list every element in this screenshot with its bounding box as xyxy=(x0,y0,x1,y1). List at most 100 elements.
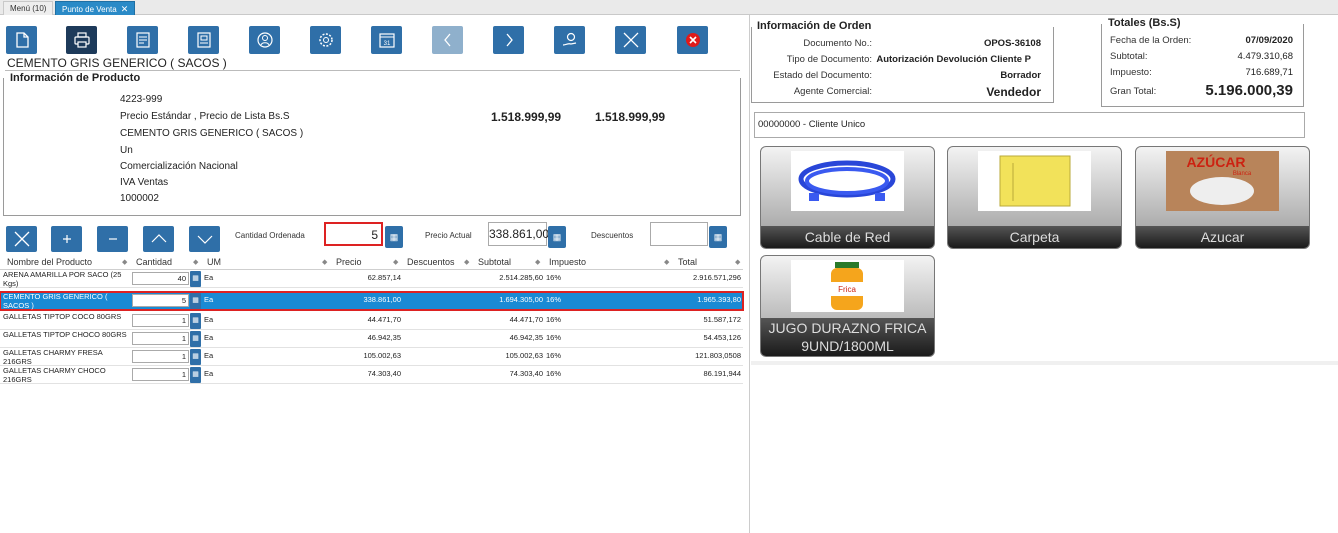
tab-punto-de-venta[interactable]: Punto de Venta ✕ xyxy=(55,1,136,16)
settings-button[interactable] xyxy=(310,26,341,54)
customer-button[interactable] xyxy=(249,26,280,54)
chevron-up-icon xyxy=(151,234,166,243)
discount-calculator-button[interactable]: ▦ xyxy=(709,226,727,248)
totals-title: Totales (Bs.S) xyxy=(1106,17,1183,29)
new-document-button[interactable] xyxy=(6,26,37,54)
product-description: CEMENTO GRIS GENERICO ( SACOS ) xyxy=(120,128,304,139)
move-down-button[interactable] xyxy=(189,226,220,252)
receipt-button[interactable] xyxy=(127,26,158,54)
doc-status-value: Borrador xyxy=(1000,70,1041,81)
customer-field[interactable]: 00000000 - Cliente Unico xyxy=(754,112,1305,138)
receipt-icon xyxy=(135,32,150,48)
cell-product: GALLETAS CHARMY CHOCO 216GRS xyxy=(3,366,106,384)
calculator-icon[interactable]: ▦ xyxy=(190,331,201,347)
qty-input[interactable]: 1 xyxy=(132,368,189,381)
product-card-sugar[interactable]: AZÚCAR Blanca Azucar xyxy=(1135,146,1310,249)
col-subtotal[interactable]: Subtotal xyxy=(478,257,511,267)
cash-register-button[interactable] xyxy=(188,26,219,54)
cell-total: 54.453,126 xyxy=(703,333,741,342)
product-name-field[interactable]: CEMENTO GRIS GENERICO ( SACOS ) xyxy=(5,55,740,71)
network-cable-image xyxy=(791,151,904,211)
previous-button[interactable] xyxy=(432,26,463,54)
sort-icon[interactable]: ◆ xyxy=(664,258,669,266)
agent-value[interactable]: Vendedor xyxy=(871,85,1041,99)
payment-button[interactable] xyxy=(554,26,585,54)
sort-icon[interactable]: ◆ xyxy=(393,258,398,266)
qty-label: Cantidad Ordenada xyxy=(235,231,305,240)
list-price: 1.518.999,99 xyxy=(595,110,666,124)
calendar-button[interactable]: 31 xyxy=(371,26,402,54)
payment-icon xyxy=(562,32,576,46)
tab-menu[interactable]: Menú (10) xyxy=(3,1,54,15)
sort-icon[interactable]: ◆ xyxy=(193,258,198,266)
decrease-qty-button[interactable] xyxy=(97,226,128,252)
delete-line-button[interactable] xyxy=(6,226,37,252)
sort-icon[interactable]: ◆ xyxy=(322,258,327,266)
doc-type-value: Autorización Devolución Cliente P xyxy=(876,54,1031,65)
table-row[interactable]: GALLETAS CHARMY CHOCO 216GRS 1 ▦ Ea 74.303,4… xyxy=(0,366,743,384)
plus-icon xyxy=(62,235,71,243)
col-total[interactable]: Total xyxy=(678,257,697,267)
qty-input[interactable]: 40 xyxy=(132,272,189,285)
sort-icon[interactable]: ◆ xyxy=(735,258,740,266)
col-price[interactable]: Precio xyxy=(336,257,362,267)
price-calculator-button[interactable]: ▦ xyxy=(548,226,566,248)
next-button[interactable] xyxy=(493,26,524,54)
cell-price: 74.303,40 xyxy=(367,369,401,378)
table-row[interactable]: GALLETAS CHARMY FRESA 216GRS 1 ▦ Ea 105.002,… xyxy=(0,348,743,366)
product-card-label: JUGO DURAZNO FRICA 9UND/1800ML xyxy=(761,318,934,356)
col-tax[interactable]: Impuesto xyxy=(549,257,586,267)
table-row[interactable]: ARENA AMARILLA POR SACO (25 Kgs) 40 ▦ Ea 62.… xyxy=(0,270,743,288)
table-row[interactable]: GALLETAS TIPTOP COCO 80GRS 1 ▦ Ea 44.471,70 4… xyxy=(0,312,743,330)
qty-input[interactable]: 1 xyxy=(132,350,189,363)
col-um[interactable]: UM xyxy=(207,257,221,267)
cell-subtotal: 46.942,35 xyxy=(509,333,543,342)
close-icon xyxy=(623,32,638,48)
product-card-juice[interactable]: Frica JUGO DURAZNO FRICA 9UND/1800ML xyxy=(760,255,935,357)
sort-icon[interactable]: ◆ xyxy=(464,258,469,266)
calculator-icon[interactable]: ▦ xyxy=(190,271,201,287)
table-row-selected[interactable]: CEMENTO GRIS GENERICO ( SACOS ) 5 ▦ Ea 338.8… xyxy=(0,291,744,311)
calculator-icon[interactable]: ▦ xyxy=(190,293,201,309)
cell-tax: 16% xyxy=(546,295,562,304)
product-card-cable[interactable]: Cable de Red xyxy=(760,146,935,249)
price-input[interactable]: 338.861,00 xyxy=(488,222,549,246)
move-up-button[interactable] xyxy=(143,226,174,252)
cell-total: 1.965.393,80 xyxy=(697,295,741,304)
print-icon xyxy=(73,32,90,48)
chevron-down-icon xyxy=(197,235,212,244)
grand-total-value: 5.196.000,39 xyxy=(1205,82,1293,99)
product-uom: Un xyxy=(120,145,133,156)
col-product[interactable]: Nombre del Producto xyxy=(7,257,92,267)
calculator-icon[interactable]: ▦ xyxy=(190,313,201,329)
increase-qty-button[interactable] xyxy=(51,226,82,252)
table-row[interactable]: GALLETAS TIPTOP CHOCO 80GRS 1 ▦ Ea 46.942,35… xyxy=(0,330,743,348)
cancel-order-button[interactable] xyxy=(677,26,708,54)
print-button[interactable] xyxy=(66,26,97,54)
order-info-title: Información de Orden xyxy=(755,20,874,32)
cell-tax: 16% xyxy=(546,333,562,342)
discount-input[interactable] xyxy=(650,222,708,246)
product-card-label: Azucar xyxy=(1136,226,1309,248)
gear-icon xyxy=(318,33,333,47)
sort-icon[interactable]: ◆ xyxy=(535,258,540,266)
product-card-label: Cable de Red xyxy=(761,226,934,248)
product-card-folder[interactable]: Carpeta xyxy=(947,146,1122,249)
product-info-title: Información de Producto xyxy=(8,72,143,84)
table-header: Nombre del Producto ◆ Cantidad ◆ UM ◆ Pr… xyxy=(0,254,743,270)
qty-input[interactable]: 5 xyxy=(132,294,189,307)
product-code-2: 1000002 xyxy=(120,193,159,204)
qty-input[interactable]: 5 xyxy=(324,222,383,246)
close-tab-icon[interactable]: ✕ xyxy=(121,2,129,16)
cell-um: Ea xyxy=(204,369,214,378)
qty-input[interactable]: 1 xyxy=(132,332,189,345)
order-date-value: 07/09/2020 xyxy=(1245,35,1293,46)
col-qty[interactable]: Cantidad xyxy=(136,257,172,267)
close-order-button[interactable] xyxy=(615,26,646,54)
qty-input[interactable]: 1 xyxy=(132,314,189,327)
calculator-icon[interactable]: ▦ xyxy=(190,367,201,383)
calculator-icon[interactable]: ▦ xyxy=(190,349,201,365)
qty-calculator-button[interactable]: ▦ xyxy=(385,226,403,248)
sort-icon[interactable]: ◆ xyxy=(122,258,127,266)
col-discounts[interactable]: Descuentos xyxy=(407,257,455,267)
